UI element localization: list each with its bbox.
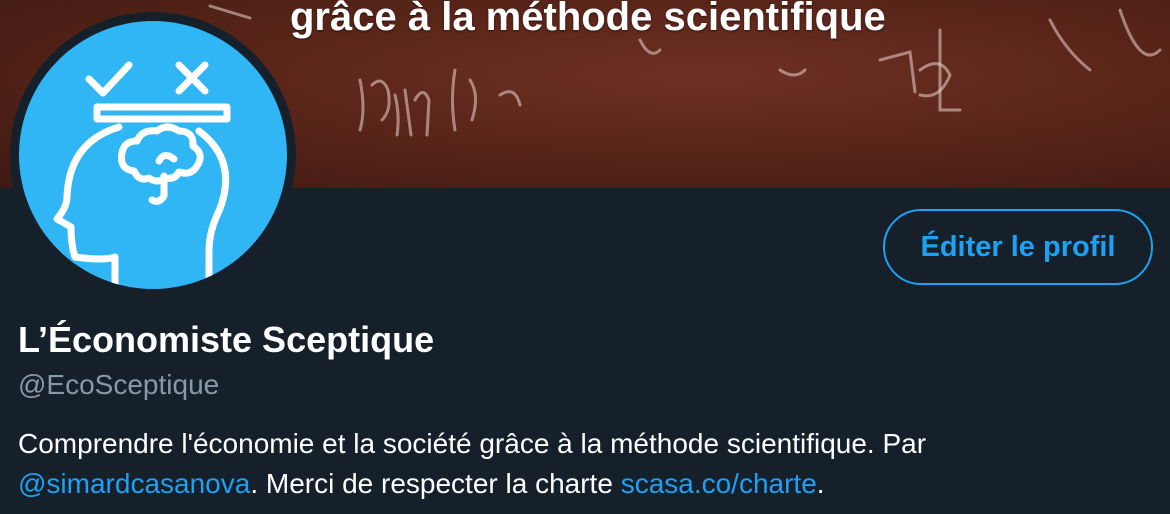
bio-mention-link[interactable]: @simardcasanova <box>18 468 250 499</box>
bio-text-1: Comprendre l'économie et la société grâc… <box>18 428 927 459</box>
profile-avatar[interactable] <box>10 12 296 298</box>
bio-charter-link[interactable]: scasa.co/charte <box>621 468 817 499</box>
cross-icon <box>175 61 209 95</box>
profile-bio: Comprendre l'économie et la société grâc… <box>18 424 1148 504</box>
bio-text-2: . Merci de respecter la charte <box>250 468 621 499</box>
profile-display-name: L’Économiste Sceptique <box>18 319 435 360</box>
head-with-brain-check-cross-icon <box>19 21 287 289</box>
profile-handle: @EcoSceptique <box>18 369 220 400</box>
bio-text-3: . <box>816 468 825 499</box>
edit-profile-button[interactable]: Éditer le profil <box>883 209 1153 285</box>
banner-text: grâce à la méthode scientifique <box>290 0 886 39</box>
check-icon <box>85 61 133 97</box>
